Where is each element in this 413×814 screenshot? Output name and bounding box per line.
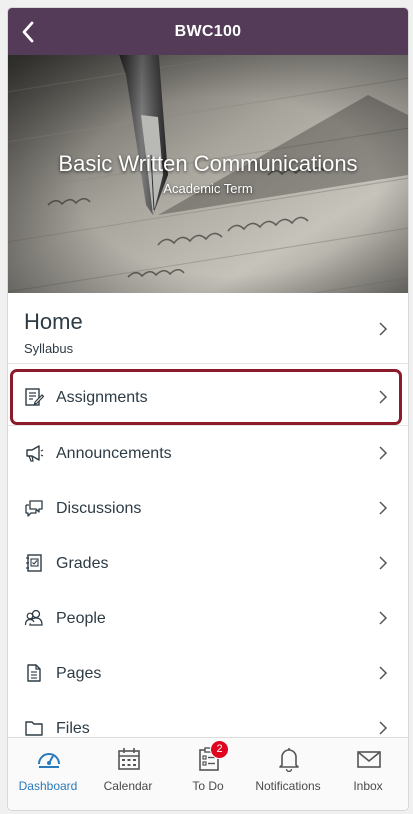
bell-icon — [279, 748, 299, 772]
bottom-tab-bar: Dashboard Calendar 2 To Do Notifications… — [8, 737, 408, 810]
course-banner: Basic Written Communications Academic Te… — [8, 55, 408, 293]
tab-label: To Do — [192, 779, 224, 793]
tab-todo[interactable]: 2 To Do — [168, 738, 248, 810]
home-subtitle: Syllabus — [24, 341, 74, 356]
chevron-right-icon — [379, 556, 388, 570]
chevron-right-icon — [379, 501, 388, 515]
tab-label: Inbox — [353, 779, 383, 793]
calendar-icon — [118, 748, 140, 770]
tab-label: Notifications — [255, 779, 321, 793]
menu-item-label: Assignments — [56, 389, 148, 406]
tab-inbox[interactable]: Inbox — [328, 738, 408, 810]
menu-item-grades[interactable]: Grades — [8, 536, 408, 592]
course-name: Basic Written Communications — [58, 151, 358, 176]
course-term: Academic Term — [163, 181, 253, 196]
assignment-icon — [25, 388, 44, 406]
page-icon — [27, 664, 41, 682]
gradebook-icon — [26, 554, 42, 572]
app-frame: BWC100 Basic Written Communications Acad… — [7, 7, 409, 811]
dashboard-icon — [38, 753, 60, 768]
chevron-right-icon — [379, 390, 388, 404]
chevron-right-icon — [379, 611, 388, 625]
home-syllabus-row[interactable]: Home Syllabus — [8, 293, 408, 364]
chevron-right-icon — [379, 666, 388, 680]
menu-item-announcements[interactable]: Announcements — [8, 426, 408, 482]
tab-label: Dashboard — [18, 779, 78, 793]
tab-dashboard[interactable]: Dashboard — [8, 738, 88, 810]
tab-label: Calendar — [103, 779, 153, 793]
menu-item-label: Discussions — [56, 500, 142, 517]
tab-calendar[interactable]: Calendar — [88, 738, 168, 810]
megaphone-icon — [26, 445, 44, 462]
todo-count-badge: 2 — [210, 740, 229, 759]
menu-item-pages[interactable]: Pages — [8, 646, 408, 702]
chevron-right-icon — [379, 721, 388, 735]
tab-notifications[interactable]: Notifications — [248, 738, 328, 810]
menu-item-assignments[interactable]: Assignments — [8, 370, 408, 426]
course-code-title: BWC100 — [174, 23, 242, 40]
menu-item-people[interactable]: People — [8, 591, 408, 647]
envelope-icon — [357, 751, 381, 768]
discussion-icon — [25, 500, 43, 517]
menu-item-label: People — [56, 610, 106, 627]
menu-item-label: Pages — [56, 665, 102, 682]
people-icon — [24, 609, 43, 626]
top-bar: BWC100 — [8, 8, 408, 55]
menu-item-label: Announcements — [56, 445, 172, 462]
menu-item-label: Grades — [56, 555, 109, 572]
home-title: Home — [24, 309, 83, 334]
folder-icon — [25, 721, 43, 736]
chevron-right-icon — [379, 446, 388, 460]
menu-item-discussions[interactable]: Discussions — [8, 481, 408, 537]
chevron-right-icon — [379, 322, 388, 336]
